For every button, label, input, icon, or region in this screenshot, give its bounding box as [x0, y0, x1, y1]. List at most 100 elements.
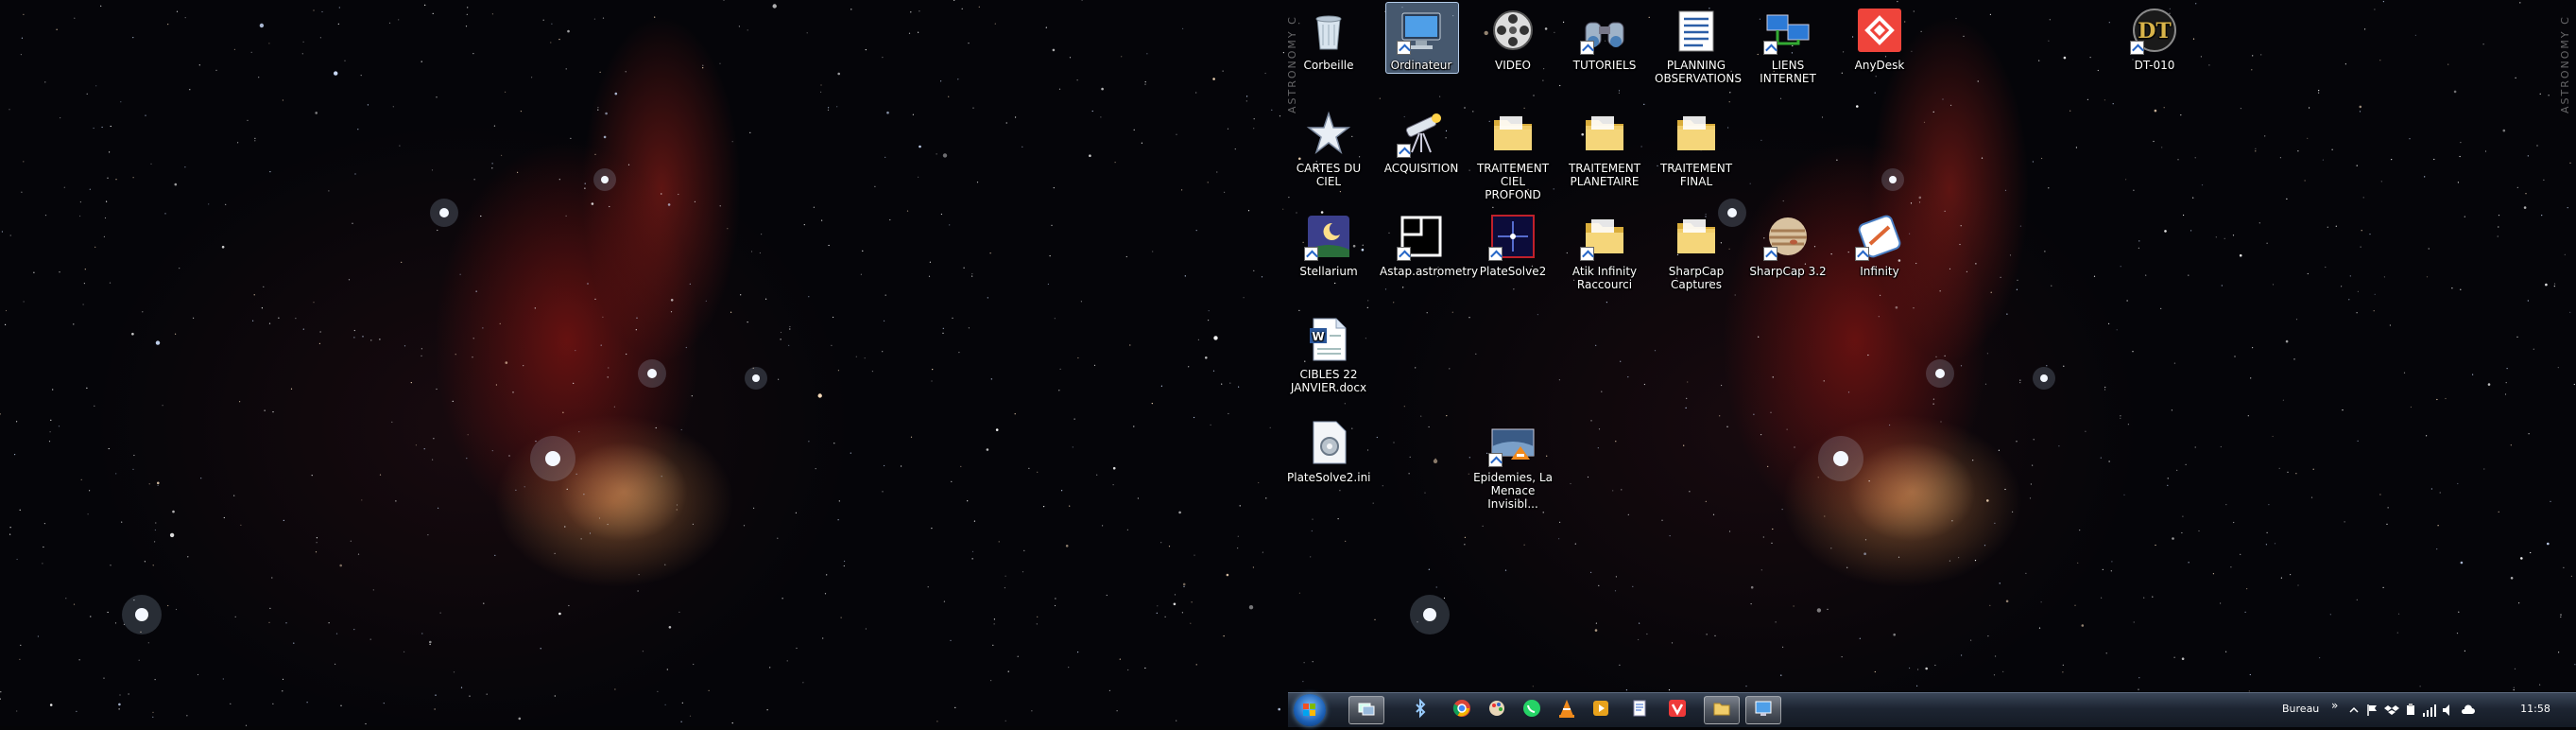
- taskbar-whatsapp-button[interactable]: [1514, 696, 1550, 724]
- shortcut-arrow-icon: [1763, 247, 1777, 261]
- desktop-icon-infinity[interactable]: Infinity: [1836, 212, 1923, 278]
- desktop-icon-label: PlateSolve2.ini: [1287, 471, 1371, 484]
- desktop-icon-dt-010[interactable]: DT DT-010: [2111, 6, 2198, 72]
- chrome-icon: [1451, 698, 1472, 722]
- list-icon: [1672, 6, 1721, 55]
- network-icon: [1763, 6, 1812, 55]
- desktop-icon-platesolve2[interactable]: PlateSolve2: [1469, 212, 1556, 278]
- stellarium-icon: [1304, 212, 1353, 261]
- shortcut-arrow-icon: [1397, 144, 1411, 158]
- windows-logo-icon: [1303, 704, 1315, 716]
- start-button[interactable]: [1294, 694, 1326, 726]
- desktop-icon-cibles-22-janvier-docx[interactable]: W CIBLES 22 JANVIER.docx: [1285, 315, 1372, 394]
- desktop-icon-sharpcap-captures[interactable]: SharpCap Captures: [1653, 212, 1740, 291]
- desktop-icon-planning-observations[interactable]: PLANNING OBSERVATIONS: [1653, 6, 1742, 85]
- binoculars-icon: [1580, 6, 1629, 55]
- desktop-icon-label: Stellarium: [1299, 265, 1358, 278]
- jupiter-icon: [1763, 212, 1812, 261]
- desktop-icon-anydesk[interactable]: AnyDesk: [1836, 6, 1923, 72]
- whatsapp-icon: [1521, 698, 1542, 722]
- vivaldi-icon: [1667, 698, 1688, 722]
- desktop-icon-label: TRAITEMENT FINAL: [1659, 162, 1733, 188]
- desktop-icon-label: TRAITEMENT PLANETAIRE: [1568, 162, 1641, 188]
- shortcut-arrow-icon: [2130, 41, 2144, 55]
- desktop-icon-stellarium[interactable]: Stellarium: [1285, 212, 1372, 278]
- desktop-icon-label: VIDEO: [1494, 59, 1531, 72]
- desktop-icon-label: Corbeille: [1303, 59, 1354, 72]
- star-field: [0, 0, 1284, 726]
- platesolve-icon: [1488, 212, 1537, 261]
- desktop-icon-sharpcap-3-2[interactable]: SharpCap 3.2: [1744, 212, 1831, 278]
- file-explorer-icon: [1711, 698, 1732, 722]
- desktop-icon-acquisition[interactable]: ACQUISITION: [1378, 109, 1465, 175]
- system-clock[interactable]: 11:58: [2507, 703, 2564, 715]
- desktop-icon-label: AnyDesk: [1854, 59, 1905, 72]
- switch-windows-icon: [1356, 698, 1377, 722]
- desktop-icon-traitement-ciel-profond[interactable]: TRAITEMENT CIEL PROFOND: [1469, 109, 1556, 201]
- desktop-icon-label: SharpCap Captures: [1668, 265, 1725, 291]
- taskbar-notepad-button[interactable]: [1622, 696, 1657, 724]
- taskbar-paint-button[interactable]: [1479, 696, 1515, 724]
- media-player-icon: [1590, 698, 1611, 722]
- computer-icon: [1397, 6, 1446, 55]
- desktop-icon-platesolve2-ini[interactable]: PlateSolve2.ini: [1285, 418, 1372, 484]
- desktop-icon-label: DT-010: [2134, 59, 2175, 72]
- desktop-icon-corbeille[interactable]: Corbeille: [1285, 6, 1372, 72]
- desktop-icon-traitement-planetaire[interactable]: TRAITEMENT PLANETAIRE: [1561, 109, 1648, 188]
- infinity-app-icon: [1855, 212, 1904, 261]
- usb-device-icon[interactable]: [2403, 703, 2418, 718]
- desktop-toolbar-label[interactable]: Bureau: [2282, 703, 2319, 715]
- desktop-icon-label: PlateSolve2: [1479, 265, 1547, 278]
- desktop-icon-tutoriels[interactable]: TUTORIELS: [1561, 6, 1648, 72]
- toolbar-chevron[interactable]: »: [2331, 699, 2338, 712]
- wallpaper-watermark: ASTRONOMY C: [2559, 15, 2571, 113]
- desktop-icon-label: TRAITEMENT CIEL PROFOND: [1476, 162, 1550, 201]
- vlc-icon: [1556, 698, 1577, 722]
- action-center-flag-icon[interactable]: [2365, 703, 2380, 718]
- show-hidden-icons-arrow-icon[interactable]: [2346, 703, 2361, 718]
- taskbar-switch-windows-button[interactable]: [1348, 696, 1384, 724]
- notepad-icon: [1629, 698, 1650, 722]
- desktop-icon-astap-astrometry[interactable]: Astap.astrometry: [1378, 212, 1479, 278]
- desktop-icon-epidemies-la-menace-invisibl[interactable]: Epidemies, La Menace Invisibl...: [1469, 418, 1556, 511]
- film-reel-icon: [1488, 6, 1537, 55]
- taskbar-media-player-button[interactable]: [1583, 696, 1619, 724]
- taskbar: Bureau » 11:58: [1288, 692, 2576, 727]
- shortcut-arrow-icon: [1488, 453, 1503, 467]
- desktop-icon-label: Astap.astrometry: [1380, 265, 1479, 278]
- bluetooth-icon: [1410, 698, 1431, 722]
- shortcut-arrow-icon: [1580, 41, 1594, 55]
- telescope-icon: [1397, 109, 1446, 158]
- taskbar-chrome-button[interactable]: [1444, 696, 1480, 724]
- onedrive-cloud-icon[interactable]: [2460, 703, 2475, 718]
- desktop-icon-label: TUTORIELS: [1572, 59, 1637, 72]
- left-monitor-wallpaper: [0, 0, 1288, 726]
- computer-window-icon: [1753, 698, 1774, 722]
- taskbar-file-explorer-button[interactable]: [1704, 696, 1741, 724]
- network-signal-icon[interactable]: [2422, 703, 2437, 718]
- taskbar-vivaldi-button[interactable]: [1659, 696, 1695, 724]
- folder-icon: [1672, 212, 1721, 261]
- shortcut-arrow-icon: [1397, 247, 1411, 261]
- desktop-icon-traitement-final[interactable]: TRAITEMENT FINAL: [1653, 109, 1740, 188]
- desktop-icon-label: ACQUISITION: [1383, 162, 1459, 175]
- taskbar-vlc-button[interactable]: [1549, 696, 1585, 724]
- folder-icon: [1488, 109, 1537, 158]
- desktop-icon-cartes-du-ciel[interactable]: CARTES DU CIEL: [1285, 109, 1372, 188]
- desktop-icon-label: Epidemies, La Menace Invisibl...: [1473, 471, 1553, 511]
- recycle-bin-icon: [1304, 6, 1353, 55]
- desktop-icon-liens-internet[interactable]: LIENS INTERNET: [1744, 6, 1831, 85]
- desktop-icon-label: Infinity: [1860, 265, 1899, 278]
- dropbox-icon[interactable]: [2384, 703, 2399, 718]
- desktop-icon-label: CARTES DU CIEL: [1296, 162, 1362, 188]
- desktop-icon-label: PLANNING OBSERVATIONS: [1655, 59, 1742, 85]
- volume-icon[interactable]: [2441, 703, 2456, 718]
- desktop-icon-ordinateur[interactable]: Ordinateur: [1378, 2, 1465, 74]
- word-document-icon: W: [1304, 315, 1353, 364]
- dt-logo-icon: DT: [2130, 6, 2179, 55]
- shortcut-arrow-icon: [1397, 41, 1411, 55]
- taskbar-bluetooth-button[interactable]: [1402, 696, 1438, 724]
- desktop-icon-atik-infinity-raccourci[interactable]: Atik Infinity Raccourci: [1561, 212, 1648, 291]
- taskbar-computer-window-button[interactable]: [1744, 696, 1781, 724]
- desktop-icon-video[interactable]: VIDEO: [1469, 6, 1556, 72]
